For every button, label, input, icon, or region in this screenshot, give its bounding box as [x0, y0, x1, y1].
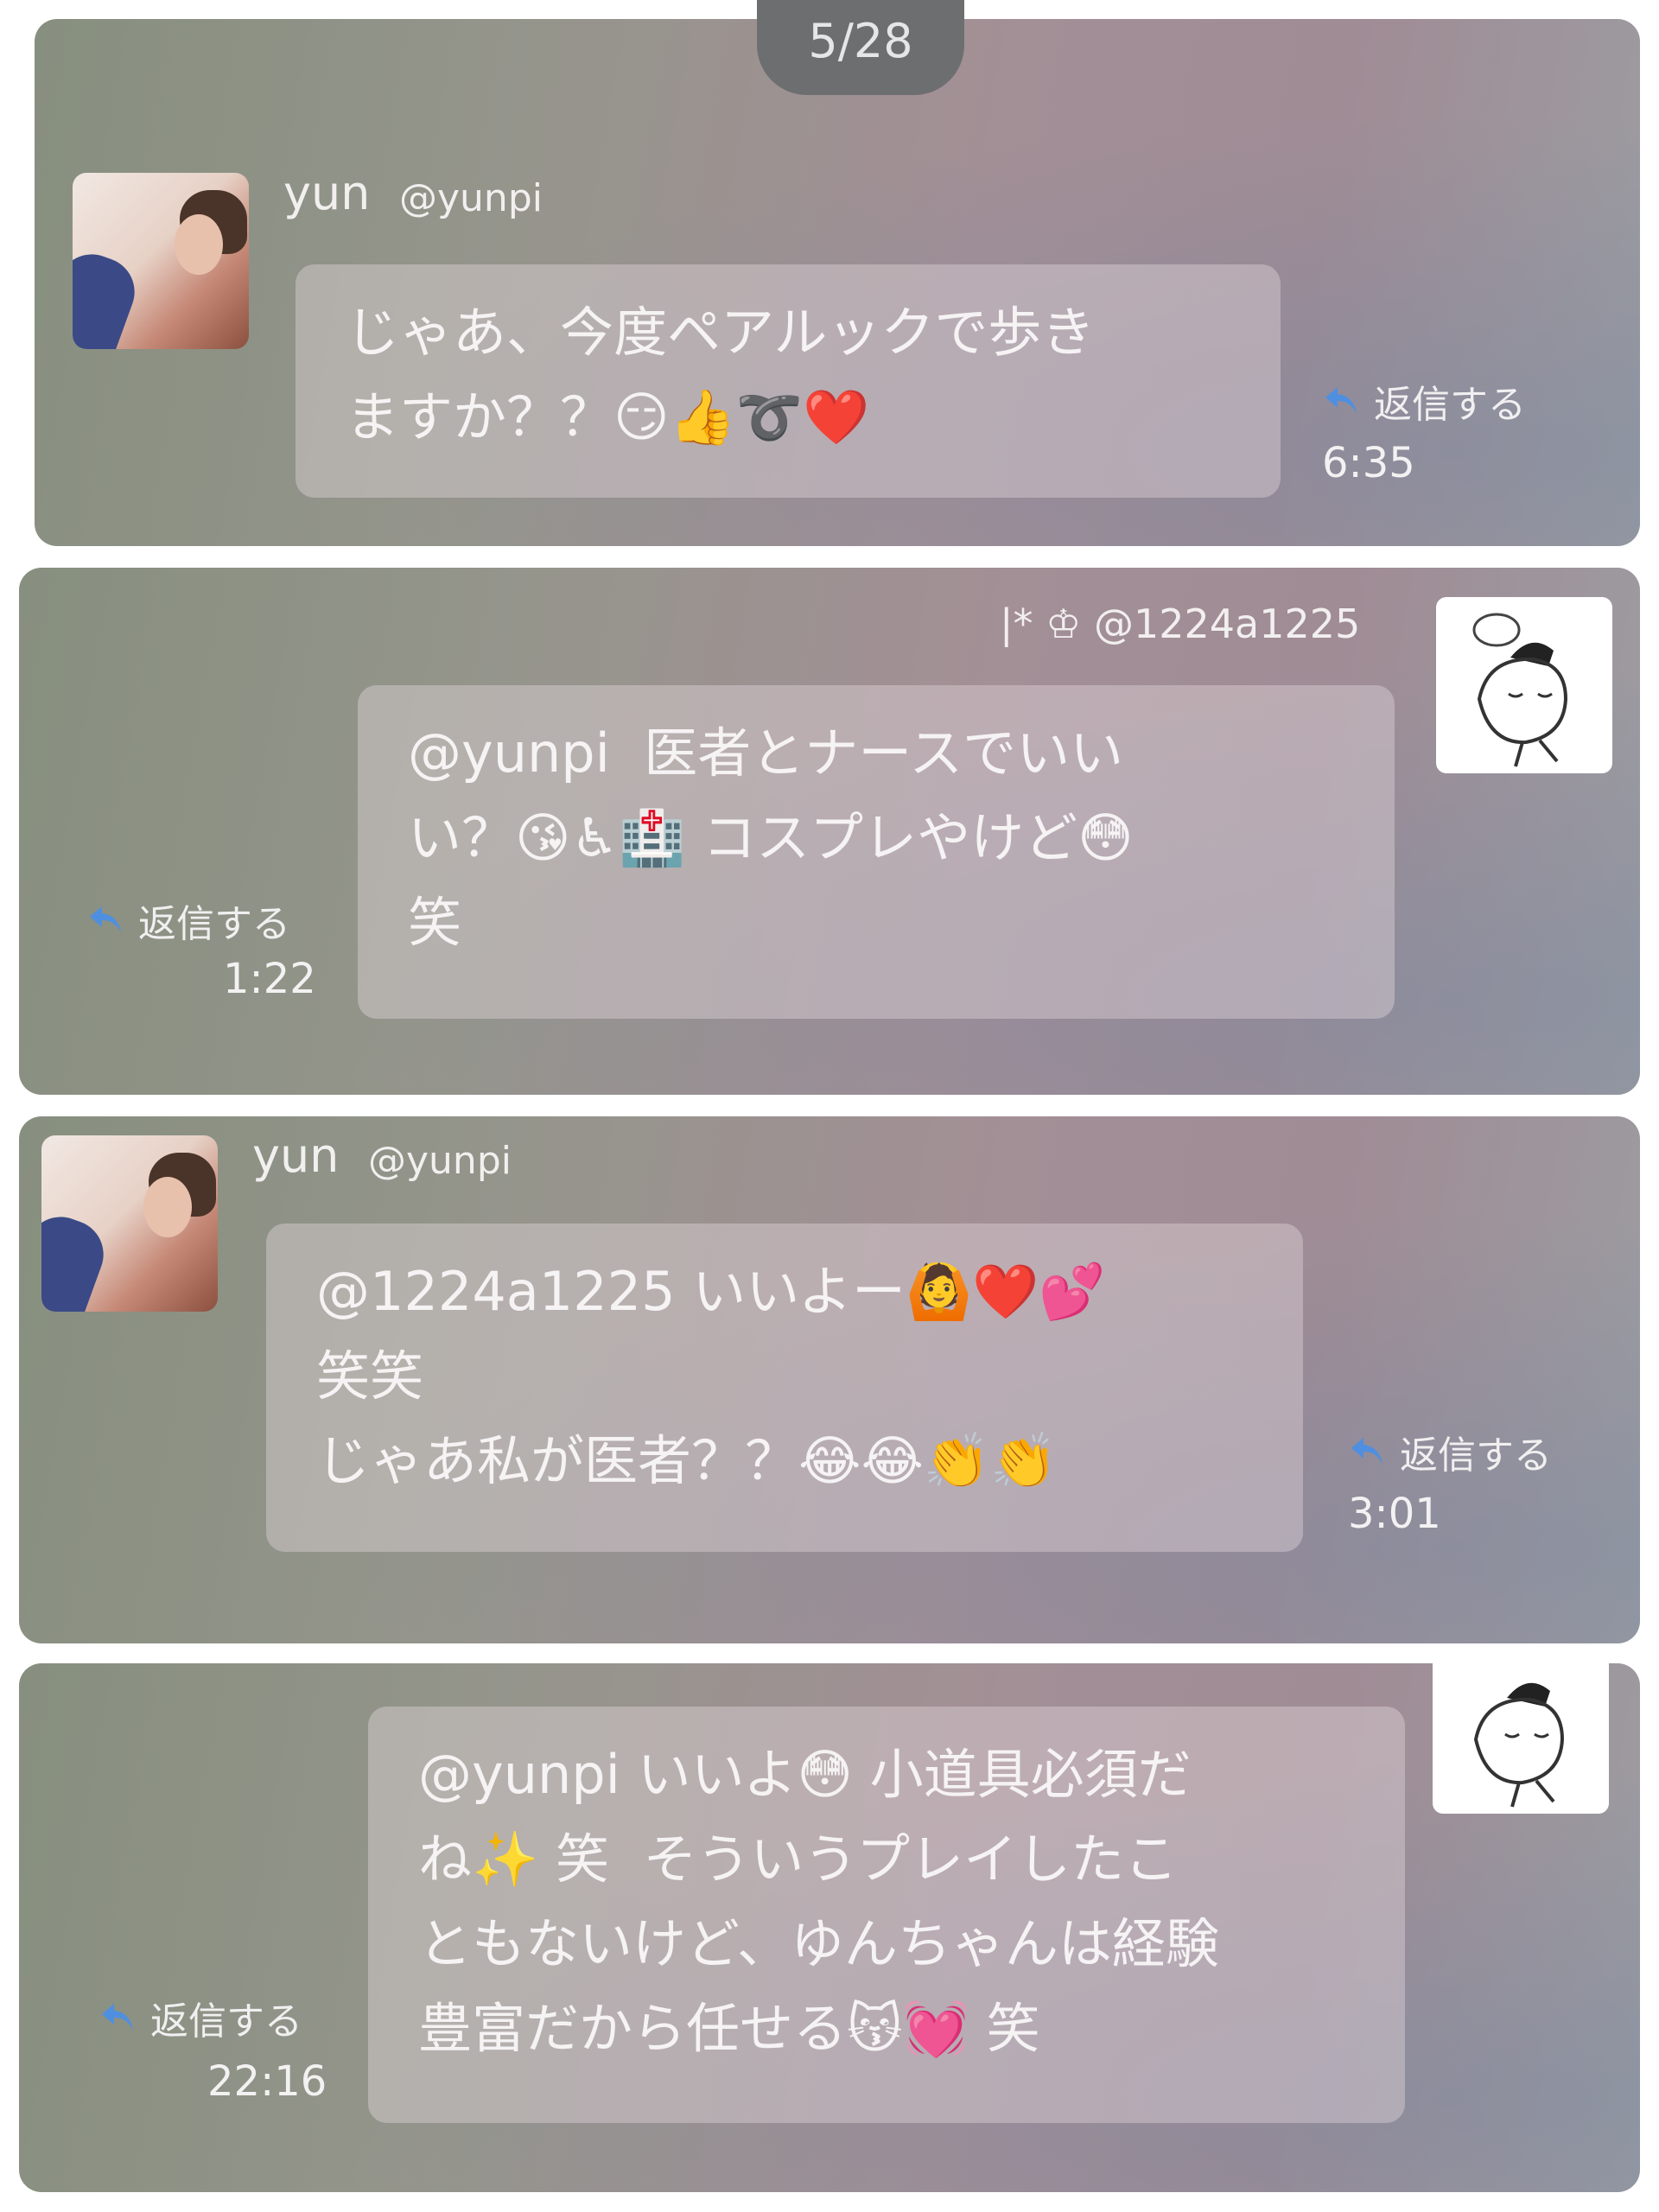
timestamp: 6:35: [1322, 439, 1415, 487]
author-handle[interactable]: @yunpi: [368, 1139, 512, 1183]
author-name: yun: [252, 1128, 340, 1183]
timestamp: 3:01: [1348, 1490, 1441, 1538]
reply-button[interactable]: 返信する: [1348, 1424, 1552, 1479]
author-handle[interactable]: @yunpi: [399, 176, 543, 220]
reply-arrow-icon: [102, 2004, 133, 2030]
reply-label: 返信する: [1400, 1433, 1552, 1478]
message-panel-3: yun @yunpi @1224a1225 いいよー🙆❤️💕 笑笑 じゃあ私が医…: [19, 1116, 1640, 1643]
sticker-avatar[interactable]: [1436, 597, 1612, 773]
message-bubble: @yunpi 医者とナースでいい い？😘♿🏥 コスプレやけど😳 笑: [358, 685, 1395, 1019]
message-panel-4: @yunpi いいよ😳 小道具必須だ ね✨ 笑 そういうプレイしたこ ともないけ…: [19, 1663, 1640, 2192]
timestamp: 22:16: [207, 2057, 327, 2106]
message-bubble: じゃあ、今度ペアルックで歩き ますか？？😏👍➰❤️: [296, 264, 1281, 498]
reply-arrow-icon: [1325, 387, 1357, 413]
reply-button[interactable]: 返信する: [86, 893, 290, 948]
reply-button[interactable]: 返信する: [1322, 373, 1526, 429]
reply-arrow-icon: [90, 906, 121, 932]
avatar-yun[interactable]: [73, 173, 249, 349]
page-counter: 5/28: [757, 0, 964, 95]
author-name: yun: [283, 166, 371, 220]
message-panel-1: yun @yunpi じゃあ、今度ペアルックで歩き ますか？？😏👍➰❤️ 返信す…: [35, 19, 1640, 546]
timestamp: 1:22: [223, 955, 316, 1003]
message-bubble: @1224a1225 いいよー🙆❤️💕 笑笑 じゃあ私が医者？？😂😂👏👏: [266, 1224, 1303, 1552]
reply-label: 返信する: [1374, 383, 1526, 427]
reply-label: 返信する: [150, 1999, 302, 2044]
reply-label: 返信する: [138, 902, 290, 946]
sticker-avatar[interactable]: [1433, 1663, 1609, 1814]
reply-button[interactable]: 返信する: [99, 1990, 302, 2045]
reply-arrow-icon: [1351, 1438, 1382, 1464]
message-bubble: @yunpi いいよ😳 小道具必須だ ね✨ 笑 そういうプレイしたこ ともないけ…: [368, 1707, 1405, 2123]
message-panel-2: |* ♔ @1224a1225 @yunpi 医者とナースでいい い？😘♿🏥 コ…: [19, 568, 1640, 1095]
avatar-yun[interactable]: [41, 1135, 218, 1312]
cartoon-character-sticker: [1473, 1682, 1565, 1808]
cartoon-character-sticker: [1472, 613, 1568, 767]
author-handle[interactable]: |* ♔ @1224a1225: [1000, 601, 1360, 647]
